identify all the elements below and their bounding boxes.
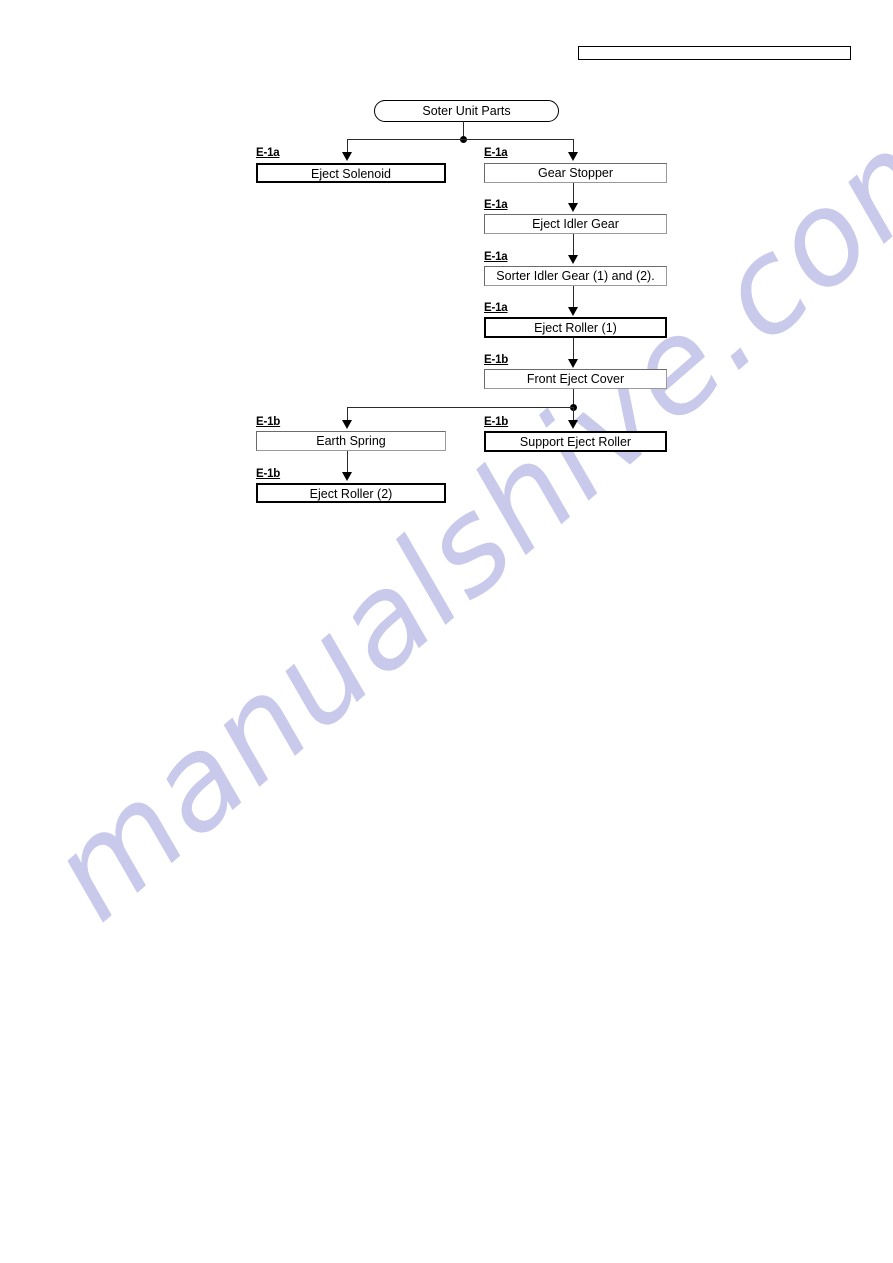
arrow-down-icon-sorter-idler-gear [568, 255, 578, 264]
node-gear-stopper[interactable]: Gear Stopper [484, 163, 667, 183]
step-label-gear-stopper: E-1a [484, 147, 508, 159]
arrow-down-icon-gear-stopper [568, 152, 578, 161]
node-earth-spring[interactable]: Earth Spring [256, 431, 446, 451]
header-field-box[interactable] [578, 46, 851, 60]
node-eject-roller-2[interactable]: Eject Roller (2) [256, 483, 446, 503]
arrow-down-icon-earth-spring [342, 420, 352, 429]
node-support-eject-roller[interactable]: Support Eject Roller [484, 431, 667, 452]
parts-disassembly-flowchart: Soter Unit Parts E-1a Eject Solenoid E-1… [0, 0, 893, 1263]
arrow-down-icon-eject-idler-gear [568, 203, 578, 212]
node-eject-solenoid[interactable]: Eject Solenoid [256, 163, 446, 183]
node-sorter-idler-gear[interactable]: Sorter Idler Gear (1) and (2). [484, 266, 667, 286]
step-label-eject-idler-gear: E-1a [484, 199, 508, 211]
arrow-down-icon-eject-solenoid [342, 152, 352, 161]
step-label-support-eject-roller: E-1b [484, 416, 509, 428]
step-label-eject-roller-2: E-1b [256, 468, 281, 480]
node-eject-roller-1[interactable]: Eject Roller (1) [484, 317, 667, 338]
step-label-earth-spring: E-1b [256, 416, 281, 428]
node-front-eject-cover[interactable]: Front Eject Cover [484, 369, 667, 389]
step-label-sorter-idler-gear: E-1a [484, 251, 508, 263]
step-label-eject-solenoid: E-1a [256, 147, 280, 159]
edge-front-eject-cover-split-bar [347, 407, 574, 409]
node-eject-idler-gear[interactable]: Eject Idler Gear [484, 214, 667, 234]
arrow-down-icon-eject-roller-2 [342, 472, 352, 481]
arrow-down-icon-front-eject-cover [568, 359, 578, 368]
arrow-down-icon-support-eject-roller [568, 420, 578, 429]
step-label-front-eject-cover: E-1b [484, 354, 509, 366]
arrow-down-icon-eject-roller-1 [568, 307, 578, 316]
step-label-eject-roller-1: E-1a [484, 302, 508, 314]
edge-root-split-bar [347, 139, 574, 141]
node-soter-unit-parts[interactable]: Soter Unit Parts [374, 100, 559, 122]
